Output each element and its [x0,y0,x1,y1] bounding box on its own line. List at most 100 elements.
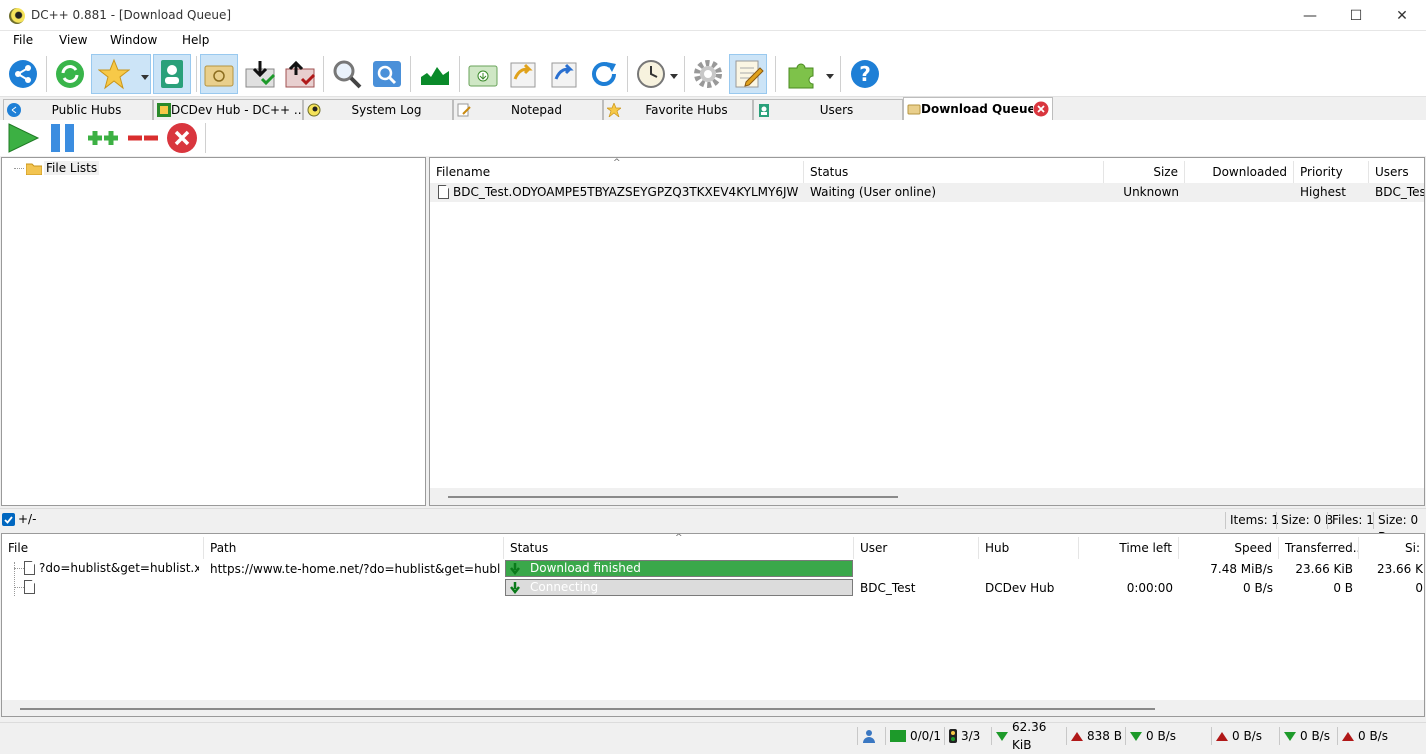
favorite-users-icon[interactable] [153,54,191,94]
open-own-list-icon[interactable] [504,54,542,94]
queue-priority: Highest [1300,185,1365,199]
file-icon [438,185,449,199]
horizontal-scrollbar[interactable] [2,700,1425,717]
horizontal-scrollbar[interactable] [430,488,1425,505]
open-file-list-icon[interactable] [464,54,502,94]
col-user[interactable]: User [854,537,979,559]
chevron-down-icon[interactable] [826,74,834,79]
download-queue-icon[interactable] [241,54,279,94]
total-downloaded-value: 62.36 KiB [1012,718,1066,754]
tab-download-queue[interactable]: Download Queue [903,97,1053,120]
finished-uploads-icon[interactable] [281,54,319,94]
col-downloaded[interactable]: Downloaded [1185,161,1294,183]
table-row[interactable]: BDC_Test.ODYOAMPE5TBYAZSEYGPZQ3TKXEV4KYL… [430,183,1425,202]
col-size[interactable]: Size [1104,161,1185,183]
table-row[interactable]: Connecting BDC_Test DCDev Hub 0:00:00 0 … [2,579,1425,598]
menu-help[interactable]: Help [182,33,209,47]
away-status[interactable] [857,727,885,745]
refresh-icon[interactable] [585,54,623,94]
hub-status-icon [890,730,906,742]
download-limit-icon [1284,732,1296,741]
close-window-button[interactable]: ✕ [1379,0,1425,31]
transfer-transferred: 23.66 KiB [1279,562,1353,576]
plugins-icon[interactable] [781,54,835,94]
adl-search-icon[interactable] [368,54,406,94]
tree-item-file-lists[interactable]: File Lists [44,161,99,175]
col-users[interactable]: Users [1369,161,1425,183]
tab-system-log[interactable]: System Log [303,99,453,120]
network-stats-icon[interactable] [416,54,454,94]
upload-arrow-icon [1216,732,1228,741]
hub-count-value: 0/0/1 [910,727,941,745]
col-file[interactable]: File [2,537,204,559]
remove-icon[interactable] [166,122,198,154]
download-limit: 0 B/s [1279,727,1337,745]
transfer-status: Download finished [530,561,641,575]
col-time-left[interactable]: Time left [1079,537,1179,559]
download-arrow-icon [996,732,1008,741]
menu-view[interactable]: View [59,33,87,47]
table-row[interactable]: ?do=hublist&get=hublist.x... https://www… [2,560,1425,579]
download-arrow-icon [509,563,521,575]
notepad-icon[interactable] [729,54,767,94]
transfer-user: BDC_Test [860,581,975,595]
tab-favorite-hubs[interactable]: Favorite Hubs [603,99,753,120]
menu-window[interactable]: Window [110,33,157,47]
tab-public-hubs[interactable]: Public Hubs [3,99,153,120]
lower-priority-icon[interactable] [126,128,160,148]
queue-users: BDC_Test [1375,185,1425,199]
reconnect-icon[interactable] [51,54,89,94]
favorites-star-icon[interactable] [91,54,151,94]
scrollbar-thumb[interactable] [20,708,1155,710]
queue-size-selected: Size: 0 B [1373,512,1426,529]
total-downloaded: 62.36 KiB [991,727,1066,745]
col-speed[interactable]: Speed [1179,537,1279,559]
match-queue-icon[interactable] [545,54,583,94]
col-hub[interactable]: Hub [979,537,1079,559]
download-rate-value: 0 B/s [1146,727,1176,745]
checkbox-icon[interactable] [2,513,15,526]
tab-label: Favorite Hubs [621,103,752,117]
settings-icon[interactable] [689,54,727,94]
timer-icon[interactable] [632,54,680,94]
queue-status-bar: +/- Items: 1 Size: 0 B Files: 1 Size: 0 … [0,508,1426,530]
help-icon[interactable]: ? [846,54,884,94]
tab-notepad[interactable]: Notepad [453,99,603,120]
tab-users[interactable]: Users [753,99,903,120]
menu-file[interactable]: File [13,33,33,47]
close-tab-icon[interactable] [1033,101,1049,117]
download-limit-value: 0 B/s [1300,727,1330,745]
scrollbar-thumb[interactable] [448,496,898,498]
notepad-icon [457,103,471,117]
status-bar: 0/0/1 3/3 62.36 KiB 838 B 0 B/s 0 B/s 0 … [0,722,1426,746]
search-icon[interactable] [328,54,366,94]
connect-icon[interactable] [4,54,42,94]
tab-dcdev-hub[interactable]: DCDev Hub - DC++ ... [153,99,303,120]
col-size[interactable]: Si: [1359,537,1425,559]
col-path[interactable]: Path [204,537,504,559]
queue-toolbar [0,120,1426,156]
chevron-down-icon[interactable] [670,74,678,79]
toggle-tree-label[interactable]: +/- [18,512,36,526]
maximize-button[interactable]: ☐ [1333,0,1379,31]
slot-count-value: 3/3 [961,727,980,745]
tab-label: System Log [321,103,452,117]
chevron-down-icon[interactable] [141,75,149,80]
upload-limit-value: 0 B/s [1358,727,1388,745]
transfer-speed: 7.48 MiB/s [1179,562,1273,576]
hub-icon [157,103,171,117]
progress-bar: Download finished [505,560,853,577]
play-icon[interactable] [6,122,40,154]
upload-limit: 0 B/s [1337,727,1426,745]
minimize-button[interactable]: — [1287,0,1333,31]
col-priority[interactable]: Priority [1294,161,1369,183]
upload-rate-value: 0 B/s [1232,727,1262,745]
pause-icon[interactable] [48,122,78,154]
recent-hubs-icon[interactable] [200,54,238,94]
download-arrow-icon [509,582,521,594]
users-icon [757,103,771,117]
transfer-speed: 0 B/s [1179,581,1273,595]
add-priority-icon[interactable] [86,128,120,148]
col-status[interactable]: Status [804,161,1104,183]
col-transferred[interactable]: Transferred... [1279,537,1359,559]
